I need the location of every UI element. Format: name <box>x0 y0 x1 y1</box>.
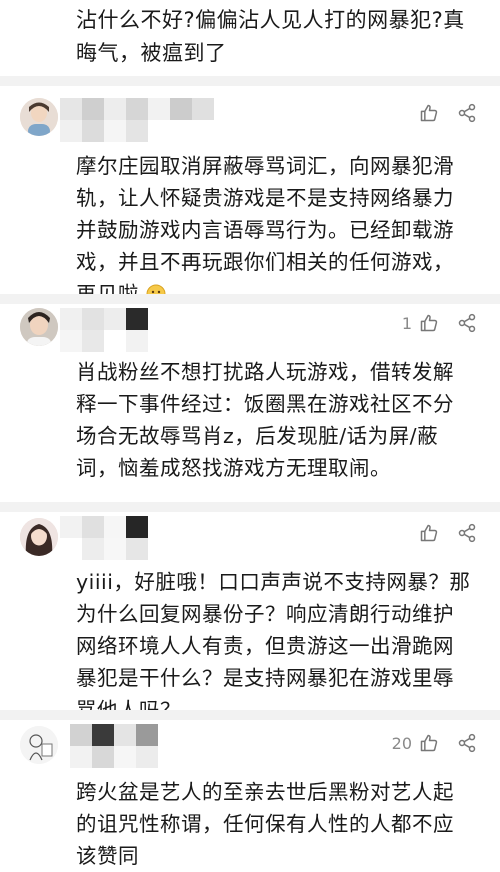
comment-item: yiiii，好脏哦！口口声声说不支持网暴？那为什么回复网暴份子？响应清朗行动维护… <box>0 512 500 722</box>
comment-item: 摩尔庄园取消屏蔽辱骂词汇，向网暴犯滑轨，让人怀疑贵游戏是不是支持网络暴力并鼓励游… <box>0 86 500 306</box>
comment-text: 摩尔庄园取消屏蔽辱骂词汇，向网暴犯滑轨，让人怀疑贵游戏是不是支持网络暴力并鼓励游… <box>76 150 472 310</box>
divider <box>0 502 500 512</box>
divider <box>0 76 500 86</box>
avatar[interactable] <box>20 726 58 764</box>
comment-text-content: 摩尔庄园取消屏蔽辱骂词汇，向网暴犯滑轨，让人怀疑贵游戏是不是支持网络暴力并鼓励游… <box>76 154 454 306</box>
avatar[interactable] <box>20 98 58 136</box>
like-count: 1 <box>401 313 412 333</box>
username-mosaic <box>70 746 158 768</box>
avatar[interactable] <box>20 518 58 556</box>
share-icon[interactable] <box>456 312 478 334</box>
comment-item: 20 跨火盆是艺人的至亲去世后黑粉对艺人起的诅咒性称谓，任何保有人性的人都不应该… <box>0 720 500 868</box>
divider <box>0 710 500 720</box>
comment-item: 1 肖战粉丝不想打扰路人玩游戏，借转发解释一下事件经过：饭圈黑在游戏社区不分场合… <box>0 304 500 502</box>
comment-text: 跨火盆是艺人的至亲去世后黑粉对艺人起的诅咒性称谓，任何保有人性的人都不应该赞同 <box>76 780 454 868</box>
comment-text: yiiii，好脏哦！口口声声说不支持网暴？那为什么回复网暴份子？响应清朗行动维护… <box>76 570 471 722</box>
username-mosaic <box>60 330 148 352</box>
username-mosaic <box>60 308 148 330</box>
comment-actions: 20 <box>392 732 478 754</box>
username-mosaic <box>60 516 148 538</box>
share-icon[interactable] <box>456 732 478 754</box>
comment-actions: 1 <box>398 312 478 334</box>
thumbs-up-icon[interactable] <box>418 312 440 334</box>
avatar[interactable] <box>20 308 58 346</box>
thumbs-up-icon[interactable] <box>418 102 440 124</box>
like-count: 20 <box>391 733 412 753</box>
username-mosaic <box>60 538 148 560</box>
share-icon[interactable] <box>456 102 478 124</box>
username-mosaic <box>70 724 158 746</box>
share-icon[interactable] <box>456 522 478 544</box>
username-mosaic <box>60 98 214 120</box>
comment-actions <box>388 102 478 124</box>
thumbs-up-icon[interactable] <box>418 522 440 544</box>
comment-actions <box>388 522 478 544</box>
comment-text: 肖战粉丝不想打扰路人玩游戏，借转发解释一下事件经过：饭圈黑在游戏社区不分场合无故… <box>76 360 454 480</box>
username-mosaic <box>60 120 148 142</box>
divider <box>0 294 500 304</box>
previous-comment-text: 沾什么不好?偏偏沾人见人打的网暴犯?真晦气，被瘟到了 <box>76 8 465 65</box>
thumbs-up-icon[interactable] <box>418 732 440 754</box>
